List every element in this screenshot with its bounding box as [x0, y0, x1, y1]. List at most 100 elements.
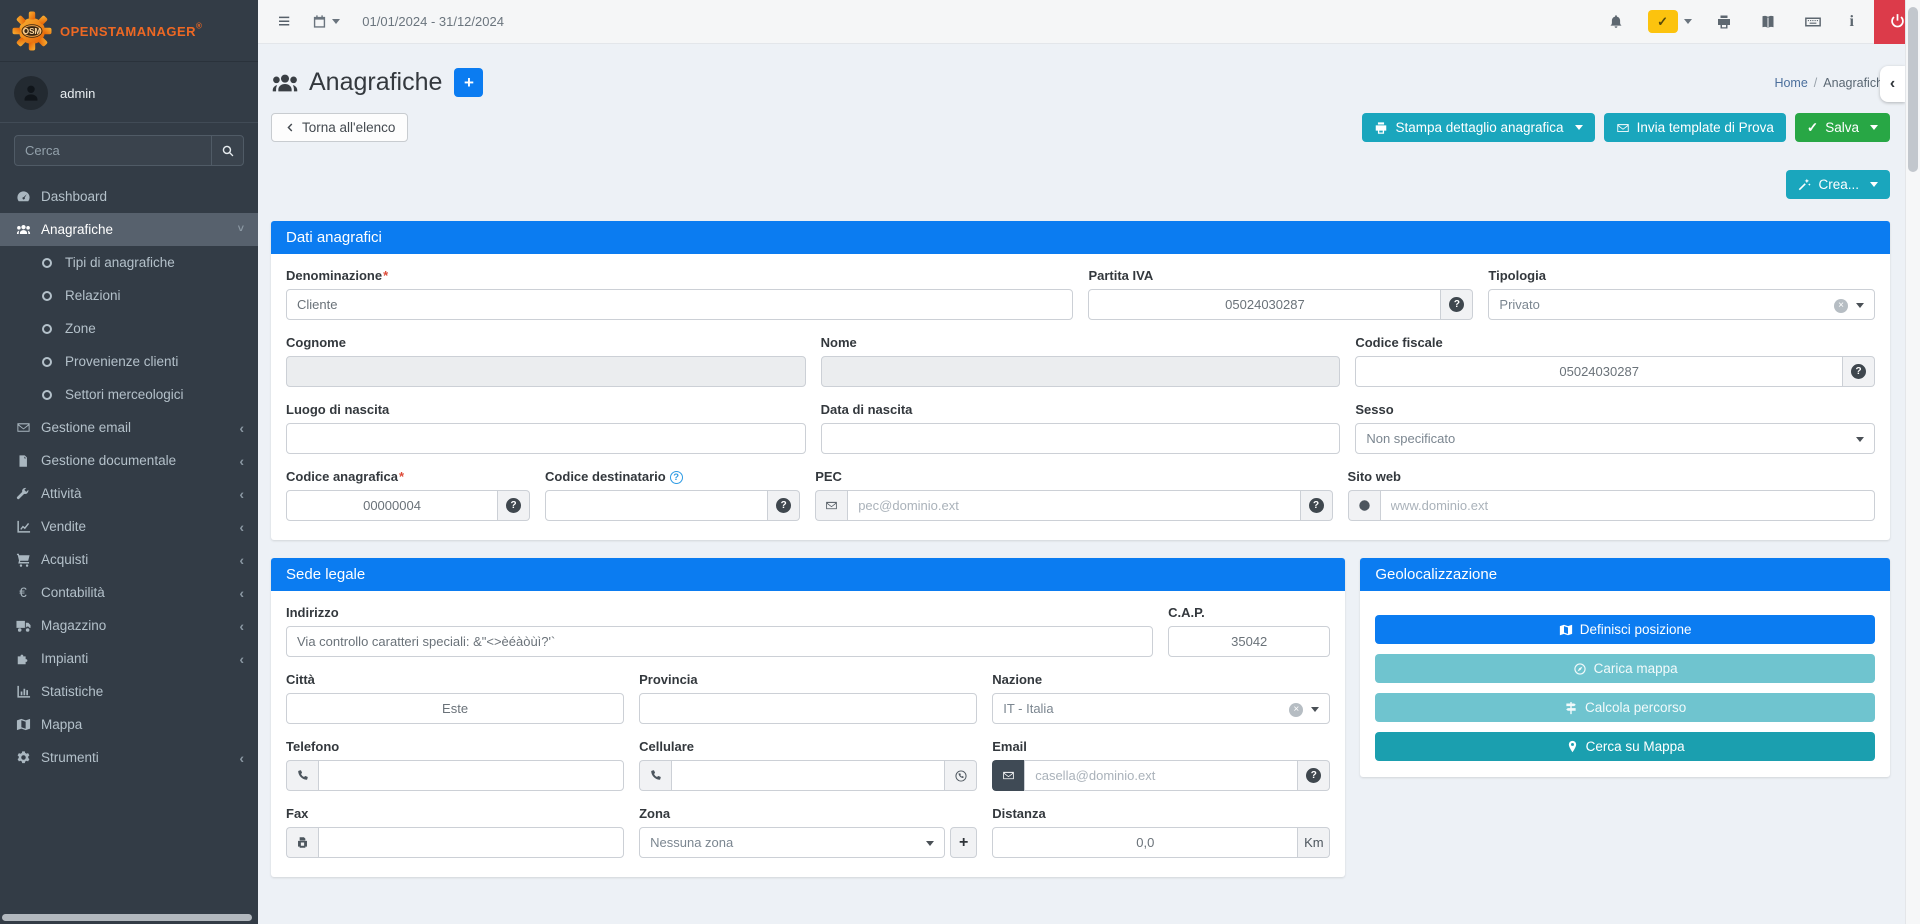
whatsapp-icon[interactable] — [945, 760, 977, 791]
vertical-scrollbar[interactable] — [1905, 0, 1920, 924]
sito-web-input[interactable] — [1380, 490, 1875, 521]
envelope-icon — [992, 760, 1024, 791]
sidebar-item-magazzino[interactable]: Magazzino ‹ — [0, 609, 258, 642]
save-button[interactable]: ✓ Salva — [1795, 113, 1890, 142]
sidebar-item-contabilita[interactable]: € Contabilità ‹ — [0, 576, 258, 609]
sidebar-item-settori-merceologici[interactable]: Settori merceologici — [0, 378, 258, 411]
calendar-dropdown[interactable] — [312, 14, 340, 29]
search-input[interactable] — [15, 136, 211, 165]
sidebar-item-attivita[interactable]: Attività ‹ — [0, 477, 258, 510]
help-addon[interactable]: ? — [1441, 289, 1473, 320]
breadcrumb-home-link[interactable]: Home — [1774, 76, 1807, 90]
search-button[interactable] — [211, 136, 243, 165]
help-tooltip-icon[interactable]: ? — [670, 471, 683, 484]
shortcuts-button[interactable] — [1790, 0, 1836, 43]
side-panel-toggle[interactable]: ‹ — [1880, 66, 1905, 102]
help-addon[interactable]: ? — [768, 490, 800, 521]
definisci-posizione-button[interactable]: Definisci posizione — [1375, 615, 1875, 644]
help-addon[interactable]: ? — [498, 490, 530, 521]
user-panel: admin — [0, 62, 258, 122]
field-email: Email ? — [992, 739, 1330, 791]
cellulare-input[interactable] — [671, 760, 945, 791]
search-icon — [221, 144, 235, 158]
status-check-dropdown[interactable]: ✓ — [1638, 10, 1702, 33]
sidebar-item-zone[interactable]: Zone — [0, 312, 258, 345]
sidebar-item-acquisti[interactable]: Acquisti ‹ — [0, 543, 258, 576]
zona-select[interactable]: Nessuna zona — [639, 827, 945, 858]
email-input[interactable] — [1024, 760, 1298, 791]
sidebar: OSM OpenSTAManager® admin Dashboard Anag… — [0, 0, 258, 924]
print-detail-button[interactable]: Stampa dettaglio anagrafica — [1362, 113, 1594, 142]
sidebar-item-gestione-documentale[interactable]: Gestione documentale ‹ — [0, 444, 258, 477]
codice-anagrafica-input[interactable] — [286, 490, 498, 521]
dati-anagrafici-panel: Dati anagrafici Denominazione* Partita I… — [271, 221, 1890, 540]
distanza-input[interactable] — [992, 827, 1298, 858]
sidebar-item-statistiche[interactable]: Statistiche — [0, 675, 258, 708]
field-luogo-di-nascita: Luogo di nascita — [286, 402, 806, 454]
docs-button[interactable] — [1746, 0, 1790, 43]
nazione-select[interactable]: IT - Italia × — [992, 693, 1330, 724]
add-zona-button[interactable]: + — [950, 827, 977, 858]
sidebar-item-mappa[interactable]: Mappa — [0, 708, 258, 741]
caret-down-icon — [1684, 19, 1692, 24]
scrollbar-thumb[interactable] — [1908, 7, 1918, 172]
help-addon[interactable]: ? — [1843, 356, 1875, 387]
hamburger-menu-icon[interactable]: ≡ — [278, 11, 290, 32]
field-nazione: Nazione IT - Italia × — [992, 672, 1330, 724]
date-range[interactable]: 01/01/2024 - 31/12/2024 — [362, 14, 504, 29]
denominazione-input[interactable] — [286, 289, 1073, 320]
cap-input[interactable] — [1168, 626, 1330, 657]
indirizzo-input[interactable] — [286, 626, 1153, 657]
sidebar-item-vendite[interactable]: Vendite ‹ — [0, 510, 258, 543]
magic-wand-icon — [1798, 178, 1811, 191]
carica-mappa-button[interactable]: Carica mappa — [1375, 654, 1875, 683]
file-icon — [14, 454, 32, 468]
cerca-su-mappa-button[interactable]: Cerca su Mappa — [1375, 732, 1875, 761]
clear-icon[interactable]: × — [1289, 703, 1303, 717]
luogo-nascita-input[interactable] — [286, 423, 806, 454]
info-icon: i — [1850, 13, 1854, 31]
telefono-input[interactable] — [318, 760, 624, 791]
citta-input[interactable] — [286, 693, 624, 724]
sidebar-horizontal-scrollbar[interactable] — [2, 914, 252, 921]
partita-iva-input[interactable] — [1088, 289, 1441, 320]
caret-down-icon — [1856, 303, 1864, 308]
help-addon[interactable]: ? — [1298, 760, 1330, 791]
field-cognome: Cognome — [286, 335, 806, 387]
calcola-percorso-button[interactable]: Calcola percorso — [1375, 693, 1875, 722]
notifications-button[interactable] — [1594, 0, 1638, 43]
app-logo[interactable]: OSM OpenSTAManager® — [0, 0, 258, 62]
chevron-left-icon — [284, 122, 295, 133]
send-template-button[interactable]: Invia template di Prova — [1604, 113, 1786, 142]
bar-chart-icon — [14, 684, 32, 699]
sidebar-item-relazioni[interactable]: Relazioni — [0, 279, 258, 312]
field-sesso: Sesso Non specificato — [1355, 402, 1875, 454]
fax-input[interactable] — [318, 827, 624, 858]
clear-icon[interactable]: × — [1834, 299, 1848, 313]
sidebar-item-provenienze-clienti[interactable]: Provenienze clienti — [0, 345, 258, 378]
pec-input[interactable] — [847, 490, 1300, 521]
add-record-button[interactable]: + — [454, 68, 483, 97]
codice-fiscale-input[interactable] — [1355, 356, 1843, 387]
field-distanza: Distanza Km — [992, 806, 1330, 858]
chevron-left-icon: ‹ — [239, 421, 244, 435]
sidebar-item-impianti[interactable]: Impianti ‹ — [0, 642, 258, 675]
caret-down-icon — [1575, 125, 1583, 130]
help-addon[interactable]: ? — [1301, 490, 1333, 521]
sidebar-item-gestione-email[interactable]: Gestione email ‹ — [0, 411, 258, 444]
back-to-list-button[interactable]: Torna all'elenco — [271, 113, 408, 142]
field-fax: Fax — [286, 806, 624, 858]
sidebar-item-tipi-di-anagrafiche[interactable]: Tipi di anagrafiche — [0, 246, 258, 279]
osm-gear-logo-icon: OSM — [12, 11, 52, 51]
print-button[interactable] — [1702, 0, 1746, 43]
tipologia-select[interactable]: Privato × — [1488, 289, 1875, 320]
provincia-input[interactable] — [639, 693, 977, 724]
sidebar-item-anagrafiche[interactable]: Anagrafiche ˅ — [0, 213, 258, 246]
sesso-select[interactable]: Non specificato — [1355, 423, 1875, 454]
info-button[interactable]: i — [1836, 0, 1868, 43]
data-nascita-input[interactable] — [821, 423, 1341, 454]
create-dropdown-button[interactable]: Crea... — [1786, 170, 1890, 199]
sidebar-item-strumenti[interactable]: Strumenti ‹ — [0, 741, 258, 774]
codice-destinatario-input[interactable] — [545, 490, 768, 521]
sidebar-item-dashboard[interactable]: Dashboard — [0, 180, 258, 213]
